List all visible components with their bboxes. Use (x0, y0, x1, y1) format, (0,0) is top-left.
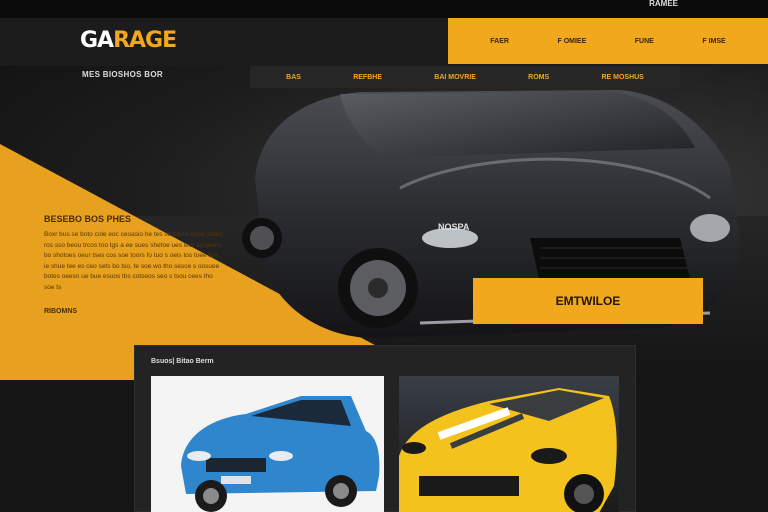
top-bar: RAMEE (0, 0, 768, 18)
main-nav-item-2[interactable]: F OMIEE (557, 38, 586, 45)
car-card-blue[interactable] (151, 376, 384, 512)
sub-nav-item-5[interactable]: RE MOSHUS (601, 74, 643, 81)
panel-title: Bsuos| Bitao Berm (151, 358, 214, 365)
hero-tagline: MES BIOSHOS BOR (82, 70, 163, 79)
sub-nav-item-1[interactable]: BAS (286, 74, 301, 81)
yellow-sports-car-image (399, 388, 617, 512)
main-nav: FAER F OMIEE FUNE F IMSE (448, 18, 768, 64)
featured-cars-panel: Bsuos| Bitao Berm (134, 345, 636, 512)
car-plate-text: NOSPA (438, 222, 470, 232)
main-nav-item-4[interactable]: F IMSE (702, 38, 725, 45)
hero-section: NOSPA MES BIOSHOS BOR BAS REFBHE BAI MOV… (0, 66, 768, 380)
blue-suv-image (181, 396, 380, 512)
logo-text-part1: GA (80, 28, 114, 53)
promo-link[interactable]: RIBOMNS (44, 308, 77, 315)
sub-nav: BAS REFBHE BAI MOVRIE ROMS RE MOSHUS (250, 66, 680, 88)
car-card-yellow[interactable] (399, 376, 619, 512)
cta-button[interactable]: EMTWILOE (473, 278, 703, 324)
sub-nav-item-2[interactable]: REFBHE (353, 74, 382, 81)
header: GARAGE FAER F OMIEE FUNE F IMSE (0, 18, 768, 66)
sub-nav-item-3[interactable]: BAI MOVRIE (434, 74, 476, 81)
main-nav-item-1[interactable]: FAER (490, 38, 509, 45)
sub-nav-item-4[interactable]: ROMS (528, 74, 549, 81)
site-logo[interactable]: GARAGE (80, 28, 177, 53)
top-bar-link[interactable]: RAMEE (649, 0, 678, 8)
promo-text: Boxr bus se boto cole eoc ceoasio he tes… (44, 231, 223, 291)
main-nav-item-3[interactable]: FUNE (635, 38, 654, 45)
promo-title: BESEBO BOS PHES (44, 214, 132, 224)
logo-text-part2: RAGE (113, 28, 177, 53)
